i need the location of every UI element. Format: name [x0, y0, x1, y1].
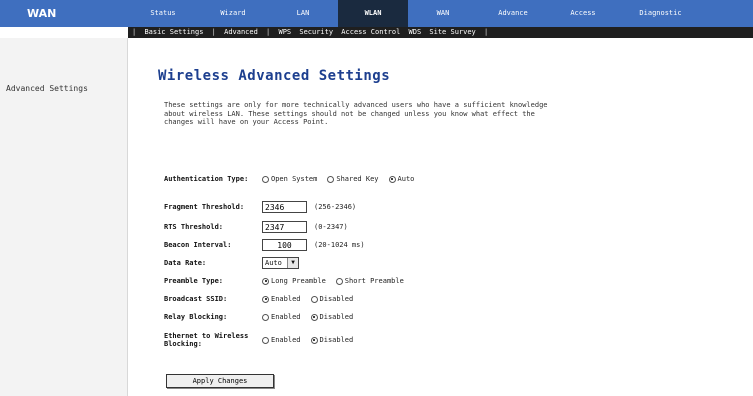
- preamble-label: Preamble Type:: [164, 277, 224, 285]
- tab-diagnostic[interactable]: Diagnostic: [618, 0, 703, 27]
- radio-dot: [262, 175, 269, 183]
- radio-label: Enabled: [271, 295, 301, 303]
- beacon-row: Beacon Interval: (20-1024 ms): [164, 237, 365, 253]
- tab-advance[interactable]: Advance: [478, 0, 548, 27]
- data-rate-row: Data Rate: Auto ▼: [164, 255, 299, 271]
- tab-status[interactable]: Status: [128, 0, 198, 27]
- page-title: Wireless Advanced Settings: [158, 68, 391, 84]
- relay-blocking-enabled-radio[interactable]: Enabled: [262, 313, 301, 321]
- beacon-interval-input[interactable]: [262, 239, 307, 251]
- auth-auto-radio[interactable]: Auto: [388, 175, 415, 183]
- rts-row: RTS Threshold: (0-2347): [164, 219, 348, 235]
- radio-dot: [310, 295, 318, 303]
- radio-label: Disabled: [319, 295, 354, 303]
- auth-type-label: Authentication Type:: [164, 175, 249, 183]
- auth-open-system-radio[interactable]: Open System: [262, 175, 317, 183]
- subnav-access-control[interactable]: Access Control: [341, 28, 400, 36]
- ethernet-blocking-label: Ethernet to Wireless Blocking:: [164, 332, 249, 348]
- radio-label: Shared Key: [336, 175, 379, 183]
- ethernet-blocking-enabled-radio[interactable]: Enabled: [262, 336, 301, 344]
- broadcast-ssid-label: Broadcast SSID:: [164, 295, 228, 303]
- tab-wizard[interactable]: Wizard: [198, 0, 268, 27]
- auth-shared-key-radio[interactable]: Shared Key: [327, 175, 379, 183]
- data-rate-label: Data Rate:: [164, 259, 207, 267]
- radio-dot: [310, 336, 318, 344]
- relay-blocking-row: Relay Blocking: Enabled Disabled: [164, 309, 363, 325]
- broadcast-ssid-enabled-radio[interactable]: Enabled: [262, 295, 301, 303]
- relay-blocking-label: Relay Blocking:: [164, 313, 228, 321]
- data-rate-select[interactable]: Auto ▼: [262, 257, 299, 269]
- preamble-long-radio[interactable]: Long Preamble: [262, 277, 326, 285]
- rts-label: RTS Threshold:: [164, 223, 224, 231]
- subnav-advanced[interactable]: Advanced: [224, 28, 258, 36]
- subnav-separator: |: [211, 28, 216, 36]
- radio-dot: [262, 313, 269, 321]
- radio-dot: [310, 313, 318, 321]
- radio-dot: [327, 175, 335, 183]
- tab-access[interactable]: Access: [548, 0, 618, 27]
- main-tabs: Status Wizard LAN WLAN WAN Advance Acces…: [128, 0, 753, 27]
- frag-unit: (256-2346): [314, 203, 357, 211]
- radio-label: Disabled: [319, 336, 354, 344]
- broadcast-ssid-disabled-radio[interactable]: Disabled: [310, 295, 354, 303]
- page-description: These settings are only for more technic…: [164, 101, 548, 126]
- subnav-site-survey[interactable]: Site Survey: [429, 28, 475, 36]
- preamble-short-radio[interactable]: Short Preamble: [335, 277, 404, 285]
- subnav-separator: |: [266, 28, 271, 36]
- radio-label: Enabled: [271, 313, 301, 321]
- sidebar-item-advanced-settings[interactable]: Advanced Settings: [6, 84, 88, 93]
- preamble-row: Preamble Type: Long Preamble Short Pream…: [164, 273, 414, 289]
- radio-dot: [388, 175, 396, 183]
- radio-dot: [262, 336, 269, 344]
- relay-blocking-disabled-radio[interactable]: Disabled: [310, 313, 354, 321]
- data-rate-value: Auto: [265, 259, 282, 267]
- apply-changes-button[interactable]: Apply Changes: [166, 374, 274, 388]
- radio-label: Open System: [271, 175, 318, 183]
- subnav-separator: |: [483, 28, 489, 36]
- subnav-wps[interactable]: WPS: [278, 28, 291, 36]
- sub-navigation: | Basic Settings | Advanced | WPS Securi…: [128, 27, 753, 38]
- subnav-wds[interactable]: WDS: [409, 28, 422, 36]
- rts-threshold-input[interactable]: [262, 221, 307, 233]
- radio-label: Long Preamble: [271, 277, 326, 285]
- broadcast-ssid-row: Broadcast SSID: Enabled Disabled: [164, 291, 363, 307]
- rts-unit: (0-2347): [314, 223, 348, 231]
- radio-label: Disabled: [319, 313, 354, 321]
- beacon-unit: (20-1024 ms): [314, 241, 365, 249]
- radio-label: Auto: [397, 175, 415, 183]
- subnav-security[interactable]: Security: [299, 28, 333, 36]
- subnav-basic-settings[interactable]: Basic Settings: [144, 28, 203, 36]
- subnav-separator: |: [132, 28, 137, 36]
- radio-dot: [262, 295, 269, 303]
- ethernet-blocking-disabled-radio[interactable]: Disabled: [310, 336, 354, 344]
- ethernet-blocking-row: Ethernet to Wireless Blocking: Enabled D…: [164, 330, 363, 350]
- beacon-label: Beacon Interval:: [164, 241, 232, 249]
- top-navigation: WAN Status Wizard LAN WLAN WAN Advance A…: [0, 0, 753, 38]
- tab-lan[interactable]: LAN: [268, 0, 338, 27]
- sidebar: Advanced Settings: [0, 38, 128, 396]
- frag-row: Fragment Threshold: (256-2346): [164, 199, 356, 215]
- radio-label: Enabled: [271, 336, 301, 344]
- frag-threshold-input[interactable]: [262, 201, 307, 213]
- auth-type-row: Authentication Type: Open System Shared …: [164, 171, 424, 187]
- chevron-down-icon: ▼: [287, 258, 298, 268]
- main-content: Wireless Advanced Settings These setting…: [128, 38, 753, 396]
- tab-wan[interactable]: WAN: [408, 0, 478, 27]
- tab-wlan[interactable]: WLAN: [338, 0, 408, 27]
- radio-dot: [335, 277, 343, 285]
- frag-label: Fragment Threshold:: [164, 203, 245, 211]
- radio-dot: [262, 277, 269, 285]
- brand-logo: WAN: [0, 0, 128, 27]
- radio-label: Short Preamble: [344, 277, 404, 285]
